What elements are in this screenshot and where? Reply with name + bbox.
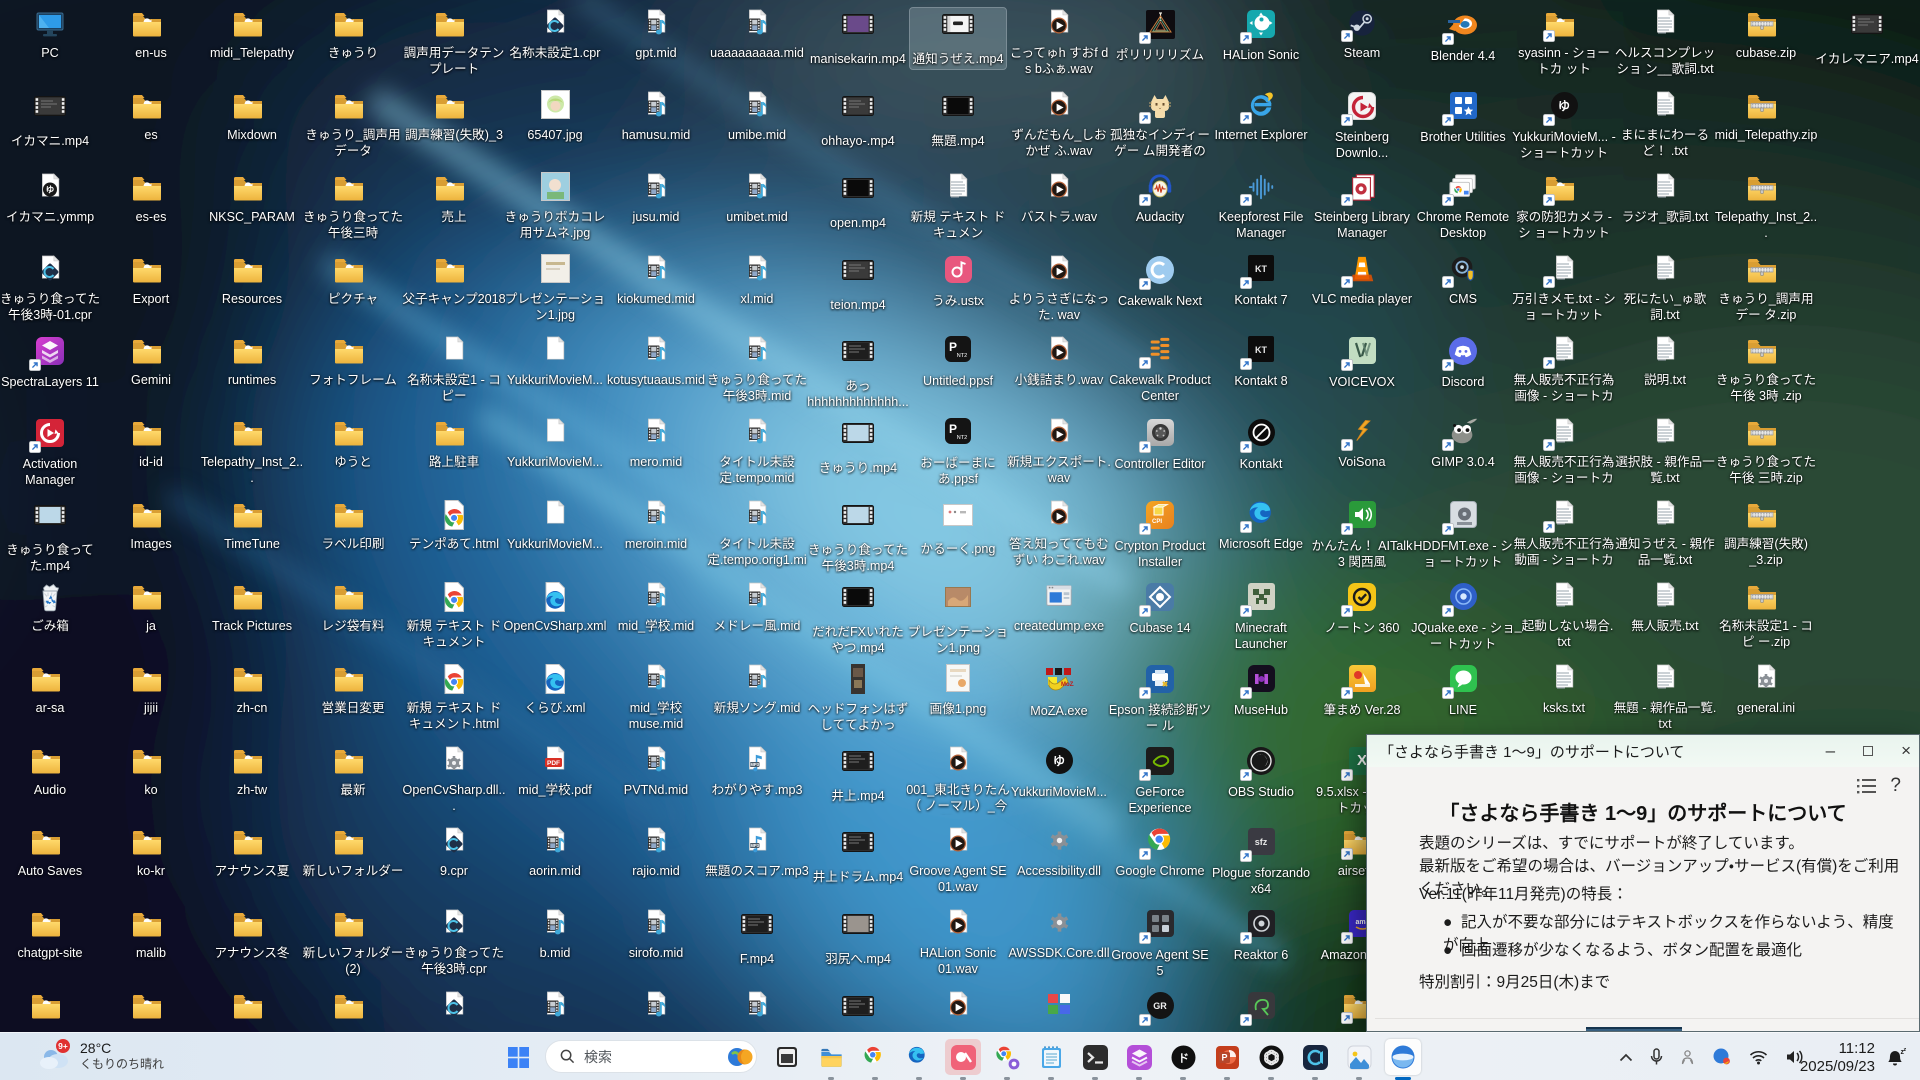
svg-text:MP3: MP3 [750, 843, 759, 848]
svg-text:MoZA: MoZA [1061, 682, 1074, 688]
svg-text:PDF: PDF [547, 760, 560, 767]
svg-text:9+: 9+ [58, 1041, 68, 1051]
svg-text:z: z [1904, 1047, 1907, 1053]
svg-text:CPI: CPI [1152, 519, 1162, 525]
svg-text:MP3: MP3 [750, 762, 759, 767]
svg-text:P: P [1221, 1052, 1227, 1062]
svg-text:ド: ド [1178, 1052, 1189, 1065]
svg-text:P: P [949, 340, 957, 354]
svg-text:ゆ: ゆ [46, 185, 55, 195]
svg-text:P: P [949, 422, 957, 436]
svg-text:NT2: NT2 [957, 435, 967, 441]
svg-text:NT2: NT2 [957, 353, 967, 359]
